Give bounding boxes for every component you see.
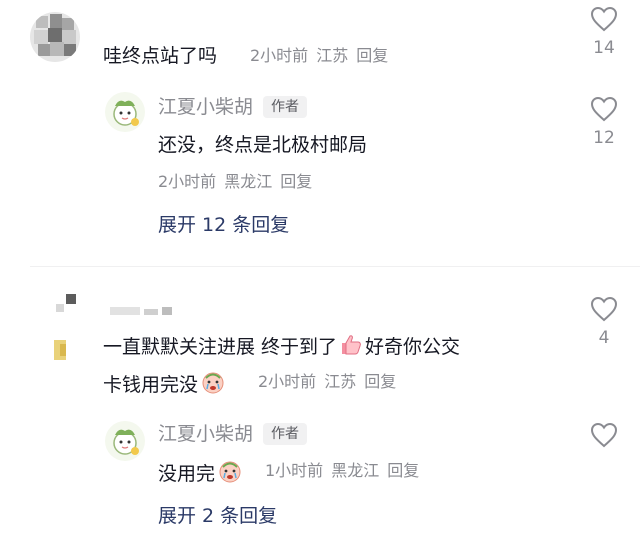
- user-avatar[interactable]: [30, 12, 80, 62]
- comment-time: 2小时前: [258, 372, 317, 391]
- comment-location: 江苏: [324, 372, 357, 391]
- like-count: 4: [598, 328, 610, 348]
- like-button[interactable]: 14: [584, 6, 624, 58]
- expand-replies-button[interactable]: 展开 12 条回复: [158, 212, 289, 238]
- author-avatar[interactable]: [105, 92, 145, 132]
- comment-location: 江苏: [316, 46, 349, 65]
- reply-button[interactable]: 回复: [387, 461, 419, 480]
- expand-replies-button[interactable]: 展开 2 条回复: [158, 503, 277, 529]
- heart-outline-icon: [590, 296, 618, 322]
- crying-face-emoji-icon: [217, 458, 243, 491]
- reply-location: 黑龙江: [224, 172, 273, 191]
- comment-text-line1-after: 好奇你公交: [365, 336, 461, 358]
- reply-meta: 2小时前 黑龙江 回复: [158, 171, 320, 193]
- comment-text-line2: 卡钱用完没: [103, 374, 199, 396]
- reply-text: 还没，终点是北极村邮局: [158, 134, 368, 156]
- user-avatar[interactable]: [40, 294, 80, 364]
- reply-author[interactable]: 江夏小柴胡 作者: [158, 421, 308, 447]
- author-badge: 作者: [263, 96, 308, 118]
- author-name[interactable]: 江夏小柴胡: [158, 423, 253, 445]
- author-name[interactable]: 江夏小柴胡: [158, 96, 253, 118]
- divider: [30, 266, 640, 267]
- like-button[interactable]: 12: [584, 96, 624, 148]
- thumbs-up-emoji-icon: [339, 333, 363, 364]
- comment-meta: 2小时前 江苏 回复: [250, 45, 396, 67]
- reply-button[interactable]: 回复: [364, 372, 396, 391]
- reply-button[interactable]: 回复: [356, 46, 388, 65]
- reply-time: 1小时前: [265, 461, 324, 480]
- like-button[interactable]: [584, 422, 624, 448]
- comment-time: 2小时前: [250, 46, 309, 65]
- reply-text: 没用完: [158, 463, 216, 485]
- crying-face-emoji-icon: [200, 369, 226, 402]
- comment-text: 一直默默关注进展 终于到了 好奇你公交: [103, 333, 460, 364]
- like-count: 12: [593, 128, 615, 148]
- author-badge: 作者: [263, 423, 308, 445]
- comment-text-line2-row: 卡钱用完没: [103, 369, 228, 402]
- comment-text: 哇终点站了吗: [103, 45, 218, 67]
- reply-button[interactable]: 回复: [280, 172, 312, 191]
- reply-meta: 1小时前 黑龙江 回复: [265, 460, 427, 482]
- reply-text-row: 没用完: [158, 458, 245, 491]
- like-count: 14: [593, 38, 615, 58]
- like-button[interactable]: 4: [584, 296, 624, 348]
- reply-author[interactable]: 江夏小柴胡 作者: [158, 94, 308, 120]
- comment-text-line1: 一直默默关注进展 终于到了: [103, 336, 338, 358]
- reply-time: 2小时前: [158, 172, 217, 191]
- username-blurred[interactable]: [110, 302, 180, 315]
- author-avatar[interactable]: [105, 421, 145, 461]
- reply-location: 黑龙江: [331, 461, 380, 480]
- heart-outline-icon: [590, 6, 618, 32]
- heart-outline-icon: [590, 422, 618, 448]
- comment-meta: 2小时前 江苏 回复: [258, 371, 404, 393]
- heart-outline-icon: [590, 96, 618, 122]
